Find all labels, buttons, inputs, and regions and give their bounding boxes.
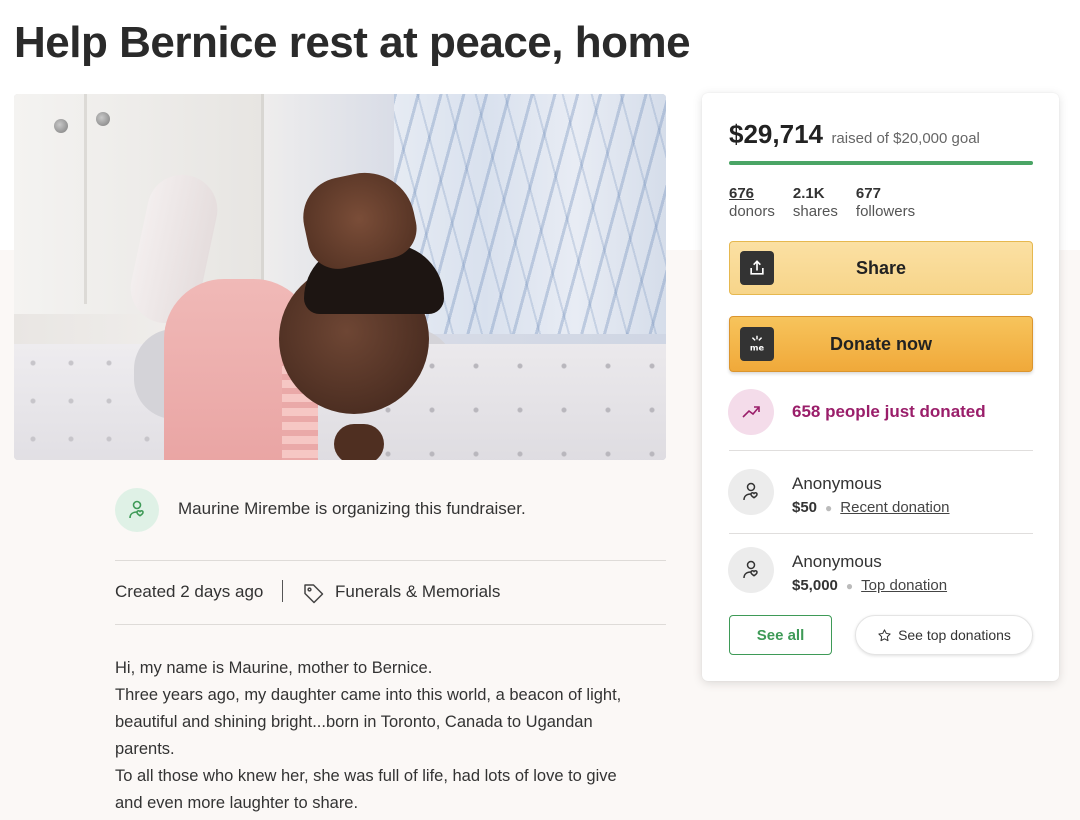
stat-followers: 677 followers xyxy=(856,185,915,221)
stat-donors[interactable]: 676 donors xyxy=(729,185,775,221)
donor-avatar xyxy=(728,469,774,515)
organizer-text: Maurine Mirembe is organizing this fundr… xyxy=(178,499,526,518)
created-date: Created 2 days ago xyxy=(115,582,264,601)
stat-label: followers xyxy=(855,203,916,220)
story-line: parents. xyxy=(115,740,175,758)
raised-amount: $29,714 xyxy=(729,119,823,149)
donor-avatar xyxy=(728,547,774,593)
donor-name: Anonymous xyxy=(792,552,882,571)
share-button[interactable]: Share xyxy=(729,241,1033,295)
heart-user-icon xyxy=(129,500,144,519)
organizer-avatar xyxy=(115,488,159,532)
donor-name: Anonymous xyxy=(792,474,882,493)
fundraiser-photo xyxy=(14,94,666,460)
progress-fill xyxy=(729,161,1033,165)
divider xyxy=(729,533,1033,534)
raised-summary: $29,714 raised of $20,000 goal xyxy=(729,119,980,150)
stat-label: donors xyxy=(729,203,775,220)
gofundme-logo-icon: me xyxy=(740,327,774,361)
tag-icon xyxy=(304,584,324,604)
stat-number: 2.1K xyxy=(792,185,825,202)
upload-icon xyxy=(740,251,774,285)
donor-amount: $5,000 xyxy=(792,577,838,594)
progress-bar xyxy=(729,161,1033,165)
donation-type-link[interactable]: Recent donation xyxy=(840,499,949,516)
separator-dot: ● xyxy=(825,501,833,515)
meta-separator xyxy=(282,580,283,602)
divider xyxy=(729,450,1033,451)
goal-text: raised of $20,000 goal xyxy=(831,130,980,147)
stats-row: 676 donors 2.1K shares 677 followers xyxy=(729,185,915,221)
page-title: Help Bernice rest at peace, home xyxy=(14,18,691,67)
stat-number: 677 xyxy=(855,185,881,202)
trending-badge xyxy=(728,389,774,435)
share-label: Share xyxy=(855,257,907,278)
see-top-label: See top donations xyxy=(898,627,1011,643)
donation-type-link[interactable]: Top donation xyxy=(861,577,947,594)
recent-donations-count: 658 people just donated xyxy=(792,402,986,421)
donor-amount: $50 xyxy=(792,499,818,516)
stat-shares: 2.1K shares xyxy=(793,185,838,221)
story-line: Hi, my name is Maurine, mother to Bernic… xyxy=(115,659,433,677)
star-icon xyxy=(878,628,891,641)
divider xyxy=(115,624,666,625)
story-line: Three years ago, my daughter came into t… xyxy=(115,686,622,704)
category-link[interactable]: Funerals & Memorials xyxy=(335,582,500,602)
separator-dot: ● xyxy=(845,579,854,593)
svg-text:me: me xyxy=(750,342,765,352)
stat-number: 676 xyxy=(729,185,755,202)
donate-now-button[interactable]: me Donate now xyxy=(729,316,1033,372)
donor-detail: $50 ● Recent donation xyxy=(792,499,950,516)
donation-card: $29,714 raised of $20,000 goal 676 donor… xyxy=(702,93,1059,681)
divider xyxy=(115,560,666,561)
donor-detail: $5,000 ● Top donation xyxy=(792,577,947,594)
story-text: Hi, my name is Maurine, mother to Bernic… xyxy=(115,655,675,817)
story-line: To all those who knew her, she was full … xyxy=(115,767,617,785)
see-all-button[interactable]: See all xyxy=(729,615,832,655)
heart-user-icon xyxy=(743,560,758,579)
trending-up-icon xyxy=(742,406,760,418)
story-line: beautiful and shining bright...born in T… xyxy=(115,713,593,731)
see-top-donations-button[interactable]: See top donations xyxy=(855,615,1033,655)
heart-user-icon xyxy=(743,482,758,501)
donate-label: Donate now xyxy=(830,333,932,354)
story-line: and even more laughter to share. xyxy=(115,794,359,812)
stat-label: shares xyxy=(792,203,838,220)
